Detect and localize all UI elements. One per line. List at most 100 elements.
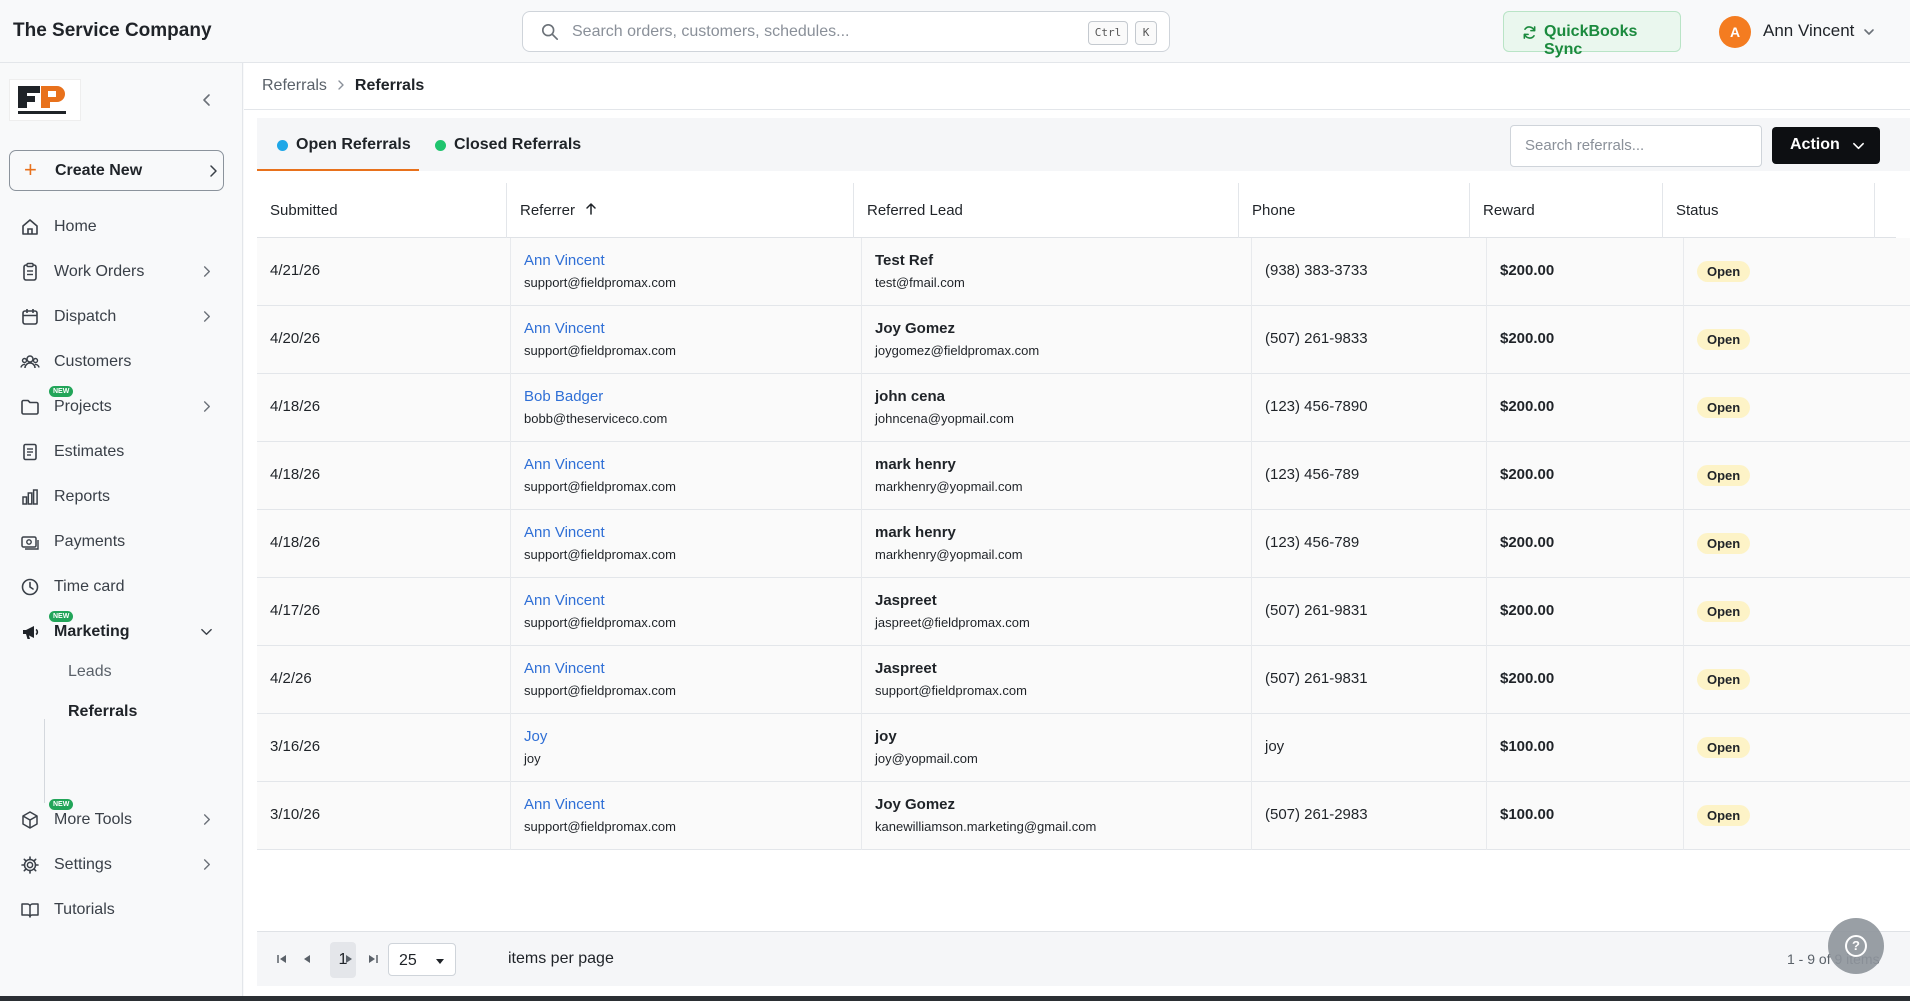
cell-referred-lead: Test Ref test@fmail.com: [862, 238, 1252, 306]
plus-icon: +: [24, 157, 37, 182]
sidebar-item-tutorials[interactable]: Tutorials: [0, 892, 242, 928]
table-row[interactable]: 3/16/26 Joy joy joy joy@yopmail.com joy $100.0…: [257, 714, 1910, 782]
phone-number: (507) 261-9831: [1265, 602, 1368, 619]
lead-email: kanewilliamson.marketing@gmail.com: [875, 819, 1097, 834]
help-button[interactable]: ?: [1828, 918, 1884, 974]
sidebar-item-estimates[interactable]: Estimates: [0, 434, 242, 470]
status-badge: Open: [1697, 737, 1751, 758]
referrer-email: support@fieldpromax.com: [524, 343, 676, 358]
tab-closed-referrals[interactable]: Closed Referrals: [420, 118, 581, 171]
referrer-name-link[interactable]: Ann Vincent: [524, 592, 605, 609]
table-row[interactable]: 4/17/26 Ann Vincent support@fieldpromax.co…: [257, 578, 1910, 646]
column-header-referrer[interactable]: Referrer: [507, 183, 854, 238]
avatar[interactable]: A: [1719, 16, 1751, 48]
referral-search-input[interactable]: [1525, 137, 1745, 154]
column-header-label: Reward: [1483, 202, 1535, 219]
table-row[interactable]: 4/18/26 Bob Badger bobb@theserviceco.com jo…: [257, 374, 1910, 442]
column-header-phone[interactable]: Phone: [1239, 183, 1470, 238]
breadcrumb-parent[interactable]: Referrals: [262, 77, 327, 94]
sidebar-item-dispatch[interactable]: Dispatch: [0, 299, 242, 335]
sidebar-subitem-leads[interactable]: Leads: [68, 663, 112, 681]
next-page-icon[interactable]: [342, 952, 356, 966]
column-header-submitted[interactable]: Submitted: [257, 183, 507, 238]
column-header-referred-lead[interactable]: Referred Lead: [854, 183, 1239, 238]
table-row[interactable]: 4/21/26 Ann Vincent support@fieldpromax.co…: [257, 238, 1910, 306]
sidebar-item-more-tools[interactable]: NEW More Tools: [0, 799, 242, 838]
referrer-name-link[interactable]: Ann Vincent: [524, 796, 605, 813]
sort-ascending-icon[interactable]: [585, 202, 597, 216]
sidebar-item-label: Payments: [54, 533, 126, 550]
column-header-reward[interactable]: Reward: [1470, 183, 1663, 238]
last-page-icon[interactable]: [366, 952, 380, 966]
submitted-date: 4/21/26: [270, 262, 321, 279]
referrer-name-link[interactable]: Ann Vincent: [524, 524, 605, 541]
referral-search-field[interactable]: [1510, 125, 1762, 167]
sidebar-item-work-orders[interactable]: Work Orders: [0, 254, 242, 290]
global-search-input[interactable]: Search orders, customers, schedules... C…: [522, 11, 1170, 52]
referrer-name-link[interactable]: Ann Vincent: [524, 660, 605, 677]
bar-chart-icon: [22, 489, 38, 505]
document-icon: [23, 443, 37, 461]
referrer-name-link[interactable]: Ann Vincent: [524, 252, 605, 269]
cell-submitted: 4/18/26: [257, 374, 510, 442]
submitted-date: 4/20/26: [270, 330, 321, 347]
table-row[interactable]: 4/2/26 Ann Vincent support@fieldpromax.com…: [257, 646, 1910, 714]
divider: [244, 109, 1910, 110]
gear-icon: [21, 856, 39, 874]
global-search-placeholder: Search orders, customers, schedules...: [572, 23, 850, 40]
main-content: Referrals Referrals Open Referrals Closed…: [244, 63, 1910, 1001]
column-header-status[interactable]: Status: [1663, 183, 1875, 238]
sidebar-item-payments[interactable]: Payments: [0, 524, 242, 560]
sidebar-item-projects[interactable]: NEW Projects: [0, 386, 242, 425]
sidebar-item-settings[interactable]: Settings: [0, 847, 242, 883]
status-badge: Open: [1697, 601, 1751, 622]
reward-amount: $200.00: [1500, 602, 1555, 619]
first-page-icon[interactable]: [275, 952, 289, 966]
cell-reward: $200.00: [1487, 510, 1684, 578]
shortcut-ctrl-key: Ctrl: [1088, 21, 1128, 45]
phone-number: (938) 383-3733: [1265, 262, 1368, 279]
lead-email: joygomez@fieldpromax.com: [875, 343, 1040, 358]
sidebar-item-customers[interactable]: Customers: [0, 344, 242, 380]
sidebar-subitem-referrals[interactable]: Referrals: [68, 703, 137, 721]
quickbooks-sync-button[interactable]: QuickBooks Sync: [1503, 11, 1681, 58]
cell-phone: (123) 456-7890: [1252, 374, 1487, 442]
reward-amount: $200.00: [1500, 534, 1555, 551]
sidebar-item-marketing[interactable]: NEW Marketing: [0, 611, 242, 650]
company-name: The Service Company: [13, 20, 212, 41]
chevron-right-icon: [338, 80, 344, 90]
lead-email: markhenry@yopmail.com: [875, 479, 1023, 494]
table-row[interactable]: 4/18/26 Ann Vincent support@fieldpromax.co…: [257, 442, 1910, 510]
referrer-name-link[interactable]: Bob Badger: [524, 388, 603, 405]
sidebar-item-label: Work Orders: [54, 263, 145, 280]
sidebar-item-reports[interactable]: Reports: [0, 479, 242, 515]
action-button[interactable]: Action: [1772, 127, 1880, 164]
status-dot: [277, 140, 288, 151]
table-row[interactable]: 4/20/26 Ann Vincent support@fieldpromax.co…: [257, 306, 1910, 374]
sidebar-item-home[interactable]: Home: [0, 209, 242, 245]
status-badge: Open: [1697, 465, 1751, 486]
referrer-name-link[interactable]: Ann Vincent: [524, 320, 605, 337]
previous-page-icon[interactable]: [300, 952, 314, 966]
status-dot: [435, 140, 446, 151]
chevron-down-icon[interactable]: [1862, 25, 1876, 39]
create-new-button[interactable]: + Create New: [9, 150, 224, 191]
sync-icon: [1523, 26, 1536, 39]
table-row[interactable]: 4/18/26 Ann Vincent support@fieldpromax.co…: [257, 510, 1910, 578]
collapse-sidebar-icon[interactable]: [200, 93, 214, 107]
cell-reward: $200.00: [1487, 306, 1684, 374]
lead-email: support@fieldpromax.com: [875, 683, 1027, 698]
referrer-name-link[interactable]: Ann Vincent: [524, 456, 605, 473]
lead-email: markhenry@yopmail.com: [875, 547, 1023, 562]
sidebar-item-time-card[interactable]: Time card: [0, 569, 242, 605]
new-badge: NEW: [49, 611, 74, 622]
tab-open-referrals[interactable]: Open Referrals: [257, 118, 419, 171]
page-size-select[interactable]: 25: [388, 943, 456, 976]
status-badge: Open: [1697, 329, 1751, 350]
cell-status: Open: [1684, 578, 1910, 646]
referrer-email: support@fieldpromax.com: [524, 547, 676, 562]
referrer-name-link[interactable]: Joy: [524, 728, 547, 745]
user-name[interactable]: Ann Vincent: [1763, 21, 1854, 41]
book-icon: [21, 903, 39, 918]
table-row[interactable]: 3/10/26 Ann Vincent support@fieldpromax.co…: [257, 782, 1910, 850]
